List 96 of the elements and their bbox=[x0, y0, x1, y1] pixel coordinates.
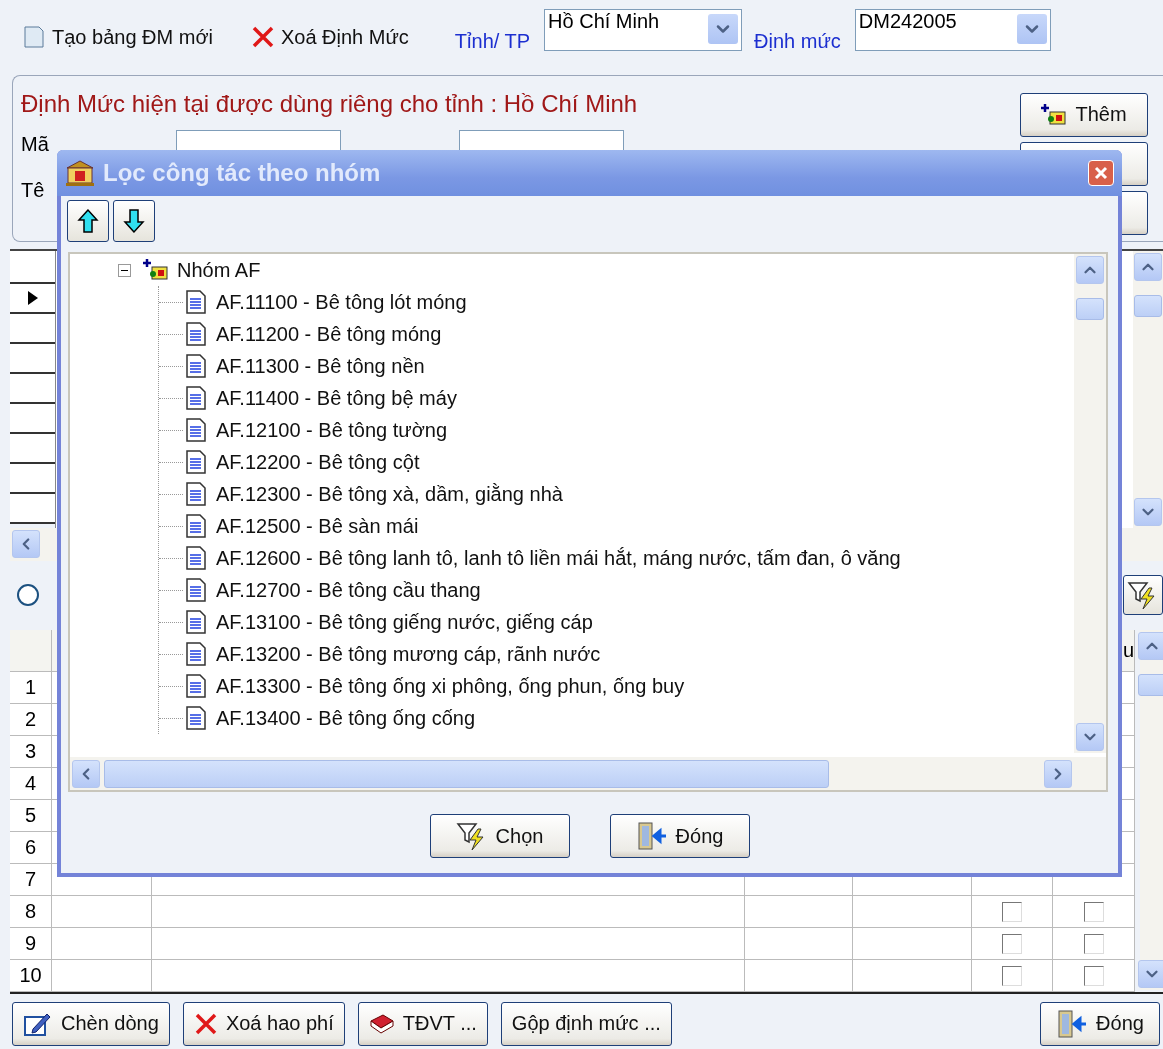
checkbox[interactable] bbox=[1083, 965, 1104, 986]
toolbar-button[interactable]: Tạo bảng ĐM mới bbox=[18, 23, 217, 52]
document-icon bbox=[186, 514, 206, 538]
current-row-icon bbox=[26, 289, 39, 306]
x-icon bbox=[250, 25, 275, 50]
action-button[interactable]: Chèn dòng bbox=[12, 1001, 170, 1046]
tree-item[interactable]: AF.13100 - Bê tông giếng nước, giếng cáp bbox=[216, 610, 593, 634]
checkbox[interactable] bbox=[1002, 901, 1022, 922]
tree-item[interactable]: AF.12300 - Bê tông xà, dầm, giằng nhà bbox=[216, 482, 563, 506]
building-icon bbox=[65, 159, 95, 187]
scroll-up-button[interactable] bbox=[1134, 252, 1162, 281]
checkbox[interactable] bbox=[1083, 933, 1104, 954]
action-button[interactable]: Xoá hao phí bbox=[182, 1001, 345, 1046]
field-label: Mã bbox=[21, 133, 50, 157]
scroll-left-button[interactable] bbox=[72, 759, 100, 788]
field-label: Định mức bbox=[754, 29, 841, 53]
move-up-button[interactable] bbox=[67, 200, 109, 242]
table-cell: 4 bbox=[10, 768, 52, 801]
scrollbar-thumb[interactable] bbox=[1134, 294, 1162, 317]
scroll-right-button[interactable] bbox=[1044, 759, 1072, 788]
dialog-title: Lọc công tác theo nhóm bbox=[103, 159, 382, 187]
document-icon bbox=[186, 354, 206, 378]
table-cell: 6 bbox=[10, 832, 52, 865]
close-icon bbox=[1094, 166, 1108, 180]
checkbox[interactable] bbox=[1083, 901, 1104, 922]
document-icon bbox=[186, 546, 206, 570]
field-label: Tê bbox=[21, 179, 46, 203]
document-icon bbox=[186, 674, 206, 698]
tree-item[interactable]: AF.13200 - Bê tông mương cáp, rãnh nước bbox=[216, 642, 601, 666]
tree-item[interactable]: AF.11200 - Bê tông móng bbox=[216, 322, 442, 346]
book-icon bbox=[368, 1012, 395, 1035]
scroll-down-button[interactable] bbox=[1076, 723, 1104, 751]
tree-item[interactable]: AF.13300 - Bê tông ống xi phông, ống phun, ống buy bbox=[216, 674, 685, 698]
tree-item[interactable]: AF.12200 - Bê tông cột bbox=[216, 450, 420, 474]
document-icon bbox=[186, 610, 206, 634]
table-cell: 8 bbox=[10, 896, 52, 929]
table-cell: 7 bbox=[10, 864, 52, 897]
tree-item[interactable]: AF.12100 - Bê tông tường bbox=[216, 418, 448, 442]
document-icon bbox=[186, 482, 206, 506]
tree-item[interactable]: AF.12500 - Bê sàn mái bbox=[216, 514, 419, 538]
table-cell: 3 bbox=[10, 736, 52, 769]
table-cell: 9 bbox=[10, 928, 52, 961]
scrollbar-thumb[interactable] bbox=[1137, 674, 1163, 697]
tree-item[interactable]: AF.11300 - Bê tông nền bbox=[216, 354, 425, 378]
table-cell: 2 bbox=[10, 704, 52, 737]
scroll-down-button[interactable] bbox=[1134, 497, 1162, 526]
panel-title: Định Mức hiện tại được dùng riêng cho tỉnh : Hồ Chí Minh bbox=[21, 89, 639, 118]
document-icon bbox=[186, 578, 206, 602]
action-button[interactable]: TĐVT ... bbox=[357, 1001, 488, 1046]
collapse-toggle[interactable] bbox=[118, 263, 131, 277]
tree-item[interactable]: AF.12700 - Bê tông cầu thang bbox=[216, 578, 481, 602]
dialog-button[interactable]: Chọn bbox=[429, 814, 570, 858]
add-button[interactable]: Thêm bbox=[1020, 92, 1148, 137]
field-label: Tỉnh/ TP bbox=[454, 29, 531, 53]
x-icon bbox=[193, 1011, 218, 1036]
document-icon bbox=[186, 418, 206, 442]
table-cell: 1 bbox=[10, 672, 52, 705]
door-exit-icon bbox=[1056, 1008, 1089, 1039]
dialog-button[interactable]: Đóng bbox=[609, 814, 750, 858]
tree-item[interactable]: AF.11100 - Bê tông lót móng bbox=[216, 290, 467, 314]
tree-item[interactable]: AF.12600 - Bê tông lanh tô, lanh tô liền mái hắt, máng nước, tấm đan, ô văng bbox=[216, 546, 901, 570]
document-icon bbox=[186, 450, 206, 474]
checkbox[interactable] bbox=[1002, 965, 1022, 986]
column-heading: u bbox=[1122, 639, 1134, 663]
table-cell: 5 bbox=[10, 800, 52, 833]
close-button[interactable]: Đóng bbox=[1040, 1001, 1160, 1046]
scrollbar-thumb[interactable] bbox=[104, 759, 829, 788]
radio-button[interactable] bbox=[17, 584, 39, 607]
document-icon bbox=[186, 386, 206, 410]
table-cell: 10 bbox=[10, 960, 52, 993]
document-icon bbox=[186, 642, 206, 666]
down-arrow-icon bbox=[123, 208, 145, 234]
up-arrow-icon bbox=[77, 208, 99, 234]
tree-item[interactable]: AF.13400 - Bê tông ống cống bbox=[216, 706, 476, 730]
scroll-up-button[interactable] bbox=[1076, 256, 1104, 284]
scroll-up-button[interactable] bbox=[1137, 632, 1163, 661]
scrollbar-thumb[interactable] bbox=[1076, 298, 1104, 320]
dropdown-field[interactable]: Hồ Chí Minh bbox=[544, 9, 743, 52]
add-group-icon bbox=[143, 258, 169, 282]
close-button[interactable] bbox=[1088, 160, 1114, 186]
document-icon bbox=[186, 322, 206, 346]
tree-node[interactable]: Nhóm AF bbox=[177, 258, 261, 282]
door-exit-icon bbox=[635, 821, 668, 851]
page-icon bbox=[22, 25, 46, 50]
checkbox[interactable] bbox=[1002, 933, 1022, 954]
filter-button[interactable] bbox=[1123, 575, 1163, 616]
scroll-left-button[interactable] bbox=[12, 530, 40, 559]
move-down-button[interactable] bbox=[113, 200, 155, 242]
tree-item[interactable]: AF.11400 - Bê tông bệ máy bbox=[216, 386, 457, 410]
document-icon bbox=[186, 290, 206, 314]
dropdown-field[interactable]: DM242005 bbox=[854, 9, 1051, 52]
add-group-icon bbox=[1041, 102, 1068, 127]
toolbar-button[interactable]: Xoá Định Mức bbox=[246, 23, 413, 52]
action-button[interactable]: Gộp định mức ... bbox=[500, 1001, 672, 1046]
document-icon bbox=[186, 706, 206, 730]
scroll-down-button[interactable] bbox=[1137, 960, 1163, 989]
